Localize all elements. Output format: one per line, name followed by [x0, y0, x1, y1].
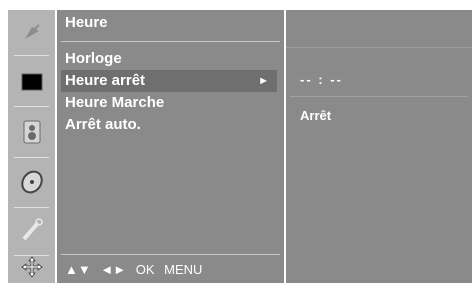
menu-panel: Heure Horloge Heure arrêt ► Heure Marche… — [57, 10, 284, 283]
navigation-hints: ▲▼ ◄► OK MENU — [65, 262, 208, 277]
menu-item-label: Arrêt auto. — [65, 116, 141, 133]
cross-arrows-icon[interactable] — [8, 252, 55, 282]
disc-icon[interactable] — [8, 160, 55, 204]
leftright-arrows-icon: ◄► — [100, 262, 127, 277]
info-panel: -- : -- Arrêt — [286, 10, 472, 283]
satellite-dish-icon[interactable] — [8, 10, 55, 54]
menu-hint: MENU — [164, 262, 203, 277]
menu-item-label: Heure arrêt — [65, 72, 146, 89]
info-divider — [290, 96, 468, 97]
menu-icon-bar — [8, 10, 55, 283]
icon-divider — [14, 157, 49, 158]
screen-icon[interactable] — [8, 60, 55, 104]
ok-hint: OK — [135, 262, 155, 277]
speaker-icon[interactable] — [8, 110, 55, 154]
menu-title: Heure — [65, 14, 108, 31]
icon-divider — [14, 106, 49, 107]
submenu-arrow-icon: ► — [258, 75, 269, 87]
osd-screen: Heure Horloge Heure arrêt ► Heure Marche… — [0, 0, 472, 283]
menu-item-arret-auto[interactable]: Arrêt auto. — [61, 114, 277, 136]
icon-divider — [14, 55, 49, 56]
updown-arrows-icon: ▲▼ — [65, 262, 91, 277]
menu-item-horloge[interactable]: Horloge — [61, 48, 277, 70]
menu-item-heure-marche[interactable]: Heure Marche — [61, 92, 277, 114]
menu-item-label: Horloge — [65, 50, 122, 67]
menu-item-label: Heure Marche — [65, 94, 165, 111]
title-divider — [61, 41, 280, 42]
menu-item-heure-arret[interactable]: Heure arrêt ► — [61, 70, 277, 92]
info-header — [286, 10, 472, 48]
status-value[interactable]: Arrêt — [300, 108, 331, 123]
time-value[interactable]: -- : -- — [300, 72, 343, 87]
pen-icon[interactable] — [8, 208, 55, 252]
hint-divider — [61, 254, 280, 255]
